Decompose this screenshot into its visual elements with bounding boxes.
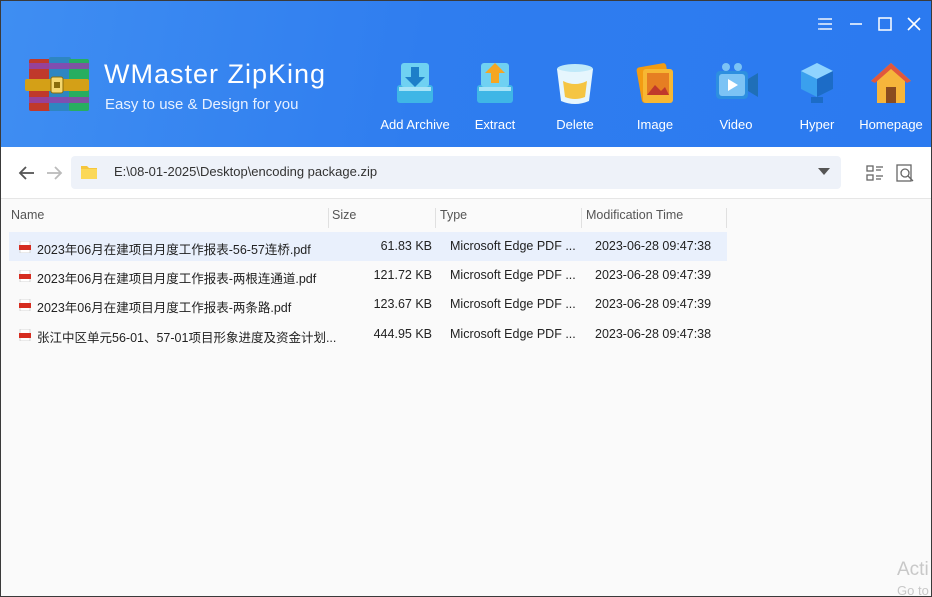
app-window: WMaster ZipKing Easy to use & Design for… [0, 0, 932, 597]
minimize-icon[interactable] [847, 15, 865, 33]
file-size: 444.95 KB [373, 327, 432, 341]
file-modified: 2023-06-28 09:47:39 [595, 297, 712, 311]
trash-icon [557, 64, 593, 104]
extract-button[interactable]: Extract [455, 55, 535, 135]
homepage-button[interactable]: Homepage [851, 55, 931, 135]
video-button[interactable]: Video [696, 55, 776, 135]
forward-arrow-icon[interactable] [44, 163, 64, 183]
maximize-icon[interactable] [876, 15, 894, 33]
delete-button[interactable]: Delete [535, 55, 615, 135]
pdf-file-icon [19, 270, 31, 282]
image-icon [636, 63, 673, 103]
homepage-label: Homepage [859, 117, 923, 132]
app-logo-icon [25, 57, 89, 111]
path-input[interactable]: E:\08-01-2025\Desktop\encoding package.z… [71, 156, 841, 189]
address-bar: E:\08-01-2025\Desktop\encoding package.z… [1, 147, 931, 199]
file-row[interactable]: 2023年06月在建项目月度工作报表-两条路.pdf 123.67 KB Mic… [9, 290, 727, 319]
file-size: 61.83 KB [380, 239, 432, 253]
hyper-icon [801, 63, 833, 103]
file-row[interactable]: 2023年06月在建项目月度工作报表-56-57连桥.pdf 61.83 KB … [9, 232, 727, 261]
folder-icon [81, 166, 97, 179]
app-subtitle: Easy to use & Design for you [105, 96, 299, 113]
image-button[interactable]: Image [615, 55, 695, 135]
preview-search-icon[interactable] [895, 163, 915, 183]
file-size: 123.67 KB [373, 297, 432, 311]
activation-watermark-sub: Go to [897, 583, 929, 597]
file-row[interactable]: 2023年06月在建项目月度工作报表-两根连通道.pdf 121.72 KB M… [9, 261, 727, 290]
file-size: 121.72 KB [373, 268, 432, 282]
column-header-size[interactable]: Size [332, 208, 356, 228]
column-divider[interactable] [726, 208, 727, 228]
activation-watermark: Acti [897, 559, 929, 580]
pdf-file-icon [19, 241, 31, 253]
column-header-modified[interactable]: Modification Time [586, 208, 683, 228]
add-archive-button[interactable]: Add Archive [375, 55, 455, 135]
file-list: Name Size Type Modification Time 2023年06… [1, 200, 931, 596]
file-type: Microsoft Edge PDF ... [450, 268, 576, 282]
pdf-file-icon [19, 299, 31, 311]
path-text: E:\08-01-2025\Desktop\encoding package.z… [114, 164, 378, 179]
extract-icon [477, 63, 513, 103]
close-icon[interactable] [905, 15, 923, 33]
chevron-down-icon[interactable] [817, 167, 831, 177]
column-header-type[interactable]: Type [440, 208, 467, 228]
pdf-file-icon [19, 329, 31, 341]
file-name: 2023年06月在建项目月度工作报表-两条路.pdf [37, 301, 292, 315]
file-name: 张江中区单元56-01、57-01项目形象进度及资金计划... [37, 331, 337, 345]
home-icon [871, 63, 911, 103]
column-divider[interactable] [435, 208, 436, 228]
file-row[interactable]: 张江中区单元56-01、57-01项目形象进度及资金计划... 444.95 K… [9, 320, 727, 349]
file-name: 2023年06月在建项目月度工作报表-56-57连桥.pdf [37, 243, 311, 257]
column-divider[interactable] [581, 208, 582, 228]
app-title: WMaster ZipKing [104, 59, 327, 89]
file-type: Microsoft Edge PDF ... [450, 297, 576, 311]
video-icon [716, 63, 758, 99]
file-modified: 2023-06-28 09:47:38 [595, 239, 712, 253]
header-bar: WMaster ZipKing Easy to use & Design for… [1, 1, 931, 147]
add-archive-icon [397, 63, 433, 103]
details-view-icon[interactable] [865, 163, 885, 183]
menu-icon[interactable] [817, 15, 835, 33]
column-divider[interactable] [328, 208, 329, 228]
file-type: Microsoft Edge PDF ... [450, 239, 576, 253]
file-name: 2023年06月在建项目月度工作报表-两根连通道.pdf [37, 272, 317, 286]
back-arrow-icon[interactable] [17, 163, 37, 183]
column-header-name[interactable]: Name [11, 208, 44, 228]
file-modified: 2023-06-28 09:47:39 [595, 268, 712, 282]
file-modified: 2023-06-28 09:47:38 [595, 327, 712, 341]
file-type: Microsoft Edge PDF ... [450, 327, 576, 341]
